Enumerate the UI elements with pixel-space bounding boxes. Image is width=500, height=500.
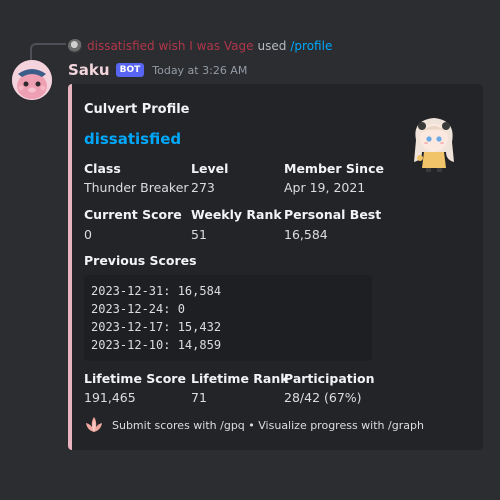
- field-weekly-rank-value: 51: [191, 227, 207, 242]
- reply-used-text: used: [257, 39, 287, 53]
- message-timestamp[interactable]: Today at 3:26 AM: [152, 64, 247, 77]
- field-lifetime-rank-value: 71: [191, 390, 207, 405]
- embed-thumbnail[interactable]: [402, 110, 466, 174]
- field-participation-value: 28/42 (67%): [284, 390, 362, 405]
- bot-badge: BOT: [115, 63, 145, 77]
- field-lifetime-score-value: 191,465: [84, 390, 136, 405]
- field-member-since-value: Apr 19, 2021: [284, 180, 366, 195]
- field-current-score-value: 0: [84, 227, 92, 242]
- reply-command[interactable]: /profile: [290, 39, 332, 53]
- author-name[interactable]: Saku: [68, 61, 110, 79]
- pink-creature-avatar-icon: [12, 60, 52, 100]
- profile-embed: Culvert Profile dissatisfied Class Thund…: [68, 84, 483, 450]
- field-weekly-rank-name: Weekly Rank: [191, 207, 282, 222]
- footer-text: Submit scores with /gpq • Visualize prog…: [112, 418, 424, 432]
- field-level-name: Level: [191, 161, 229, 176]
- reply-avatar-icon[interactable]: [68, 39, 82, 53]
- field-member-since-name: Member Since: [284, 161, 384, 176]
- field-personal-best-name: Personal Best: [284, 207, 382, 222]
- previous-score-line: 2023-12-31: 16,584: [91, 284, 222, 298]
- field-class-name: Class: [84, 161, 121, 176]
- embed-footer: Submit scores with /gpq • Visualize prog…: [84, 416, 424, 434]
- field-current-score-name: Current Score: [84, 207, 182, 222]
- reply-reference[interactable]: dissatisfied wish I was Vage used /profi…: [68, 38, 332, 54]
- chibi-character-icon: [414, 118, 454, 172]
- previous-score-line: 2023-12-24: 0: [91, 302, 185, 316]
- reply-connector: [30, 43, 66, 61]
- field-lifetime-score-name: Lifetime Score: [84, 371, 186, 386]
- field-lifetime-rank-name: Lifetime Rank: [191, 371, 289, 386]
- field-personal-best-value: 16,584: [284, 227, 328, 242]
- reply-username[interactable]: dissatisfied wish I was Vage: [87, 39, 254, 53]
- message-header: Saku BOT Today at 3:26 AM: [68, 61, 247, 79]
- bot-avatar[interactable]: [12, 60, 52, 100]
- previous-scores-codeblock[interactable]: 2023-12-31: 16,584 2023-12-24: 0 2023-12…: [84, 275, 372, 361]
- previous-score-line: 2023-12-17: 15,432: [91, 320, 222, 334]
- field-level-value: 273: [191, 180, 215, 195]
- embed-username[interactable]: dissatisfied: [84, 130, 181, 148]
- embed-title: Culvert Profile: [84, 102, 190, 117]
- field-participation-name: Participation: [284, 371, 375, 386]
- flower-icon: [86, 417, 102, 432]
- field-previous-scores-name: Previous Scores: [84, 253, 197, 268]
- previous-score-line: 2023-12-10: 14,859: [91, 338, 222, 352]
- field-class-value: Thunder Breaker: [84, 180, 189, 195]
